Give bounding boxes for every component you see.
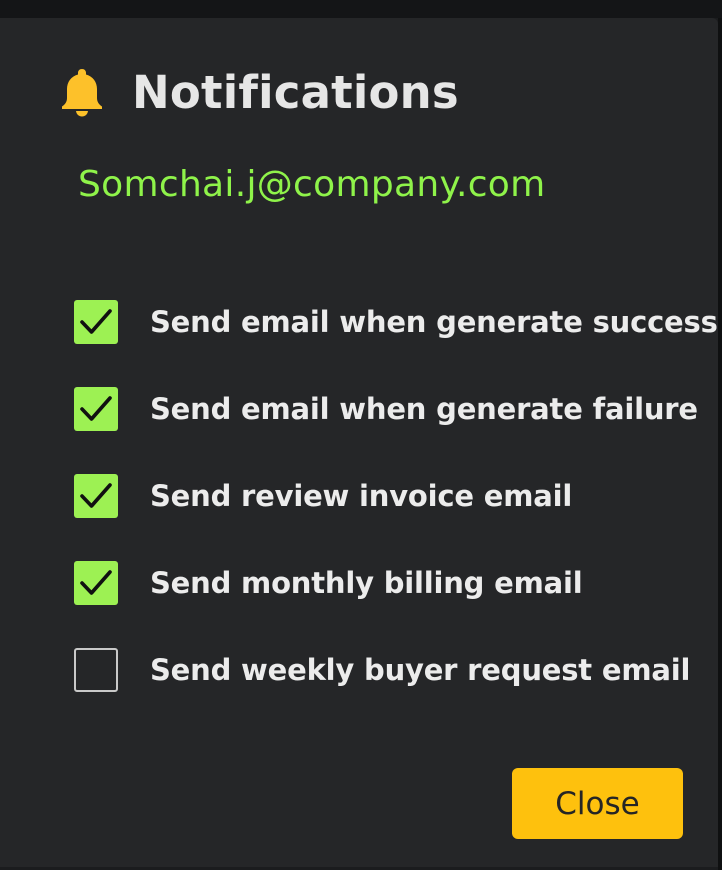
option-send-weekly-buyer-request-email[interactable]: Send weekly buyer request email [74,626,718,713]
checkmark-icon [80,482,112,508]
notifications-dialog: Notifications Somchai.j@company.com Send… [0,18,718,867]
checkbox[interactable] [74,386,118,431]
option-send-email-generate-failure[interactable]: Send email when generate failure [74,365,718,452]
option-label: Send email when generate success [150,304,718,339]
option-send-review-invoice-email[interactable]: Send review invoice email [74,452,718,539]
account-email: Somchai.j@company.com [78,164,546,205]
bell-icon [62,69,102,117]
option-send-monthly-billing-email[interactable]: Send monthly billing email [74,539,718,626]
option-label: Send monthly billing email [150,565,583,600]
notification-options-list: Send email when generate success Send em… [74,278,718,713]
dialog-title: Notifications [132,65,459,119]
option-label: Send email when generate failure [150,391,698,426]
option-label: Send weekly buyer request email [150,652,691,687]
checkbox[interactable] [74,299,118,344]
dialog-header: Notifications [60,64,459,120]
checkmark-icon [80,308,112,334]
checkbox[interactable] [74,560,118,605]
top-background-strip [0,0,722,18]
checkbox[interactable] [74,647,118,692]
checkbox[interactable] [74,473,118,518]
close-button[interactable]: Close [512,768,683,839]
right-edge-background [718,18,722,870]
checkmark-icon [80,395,112,421]
option-label: Send review invoice email [150,478,573,513]
option-send-email-generate-success[interactable]: Send email when generate success [74,278,718,365]
checkmark-icon [80,569,112,595]
